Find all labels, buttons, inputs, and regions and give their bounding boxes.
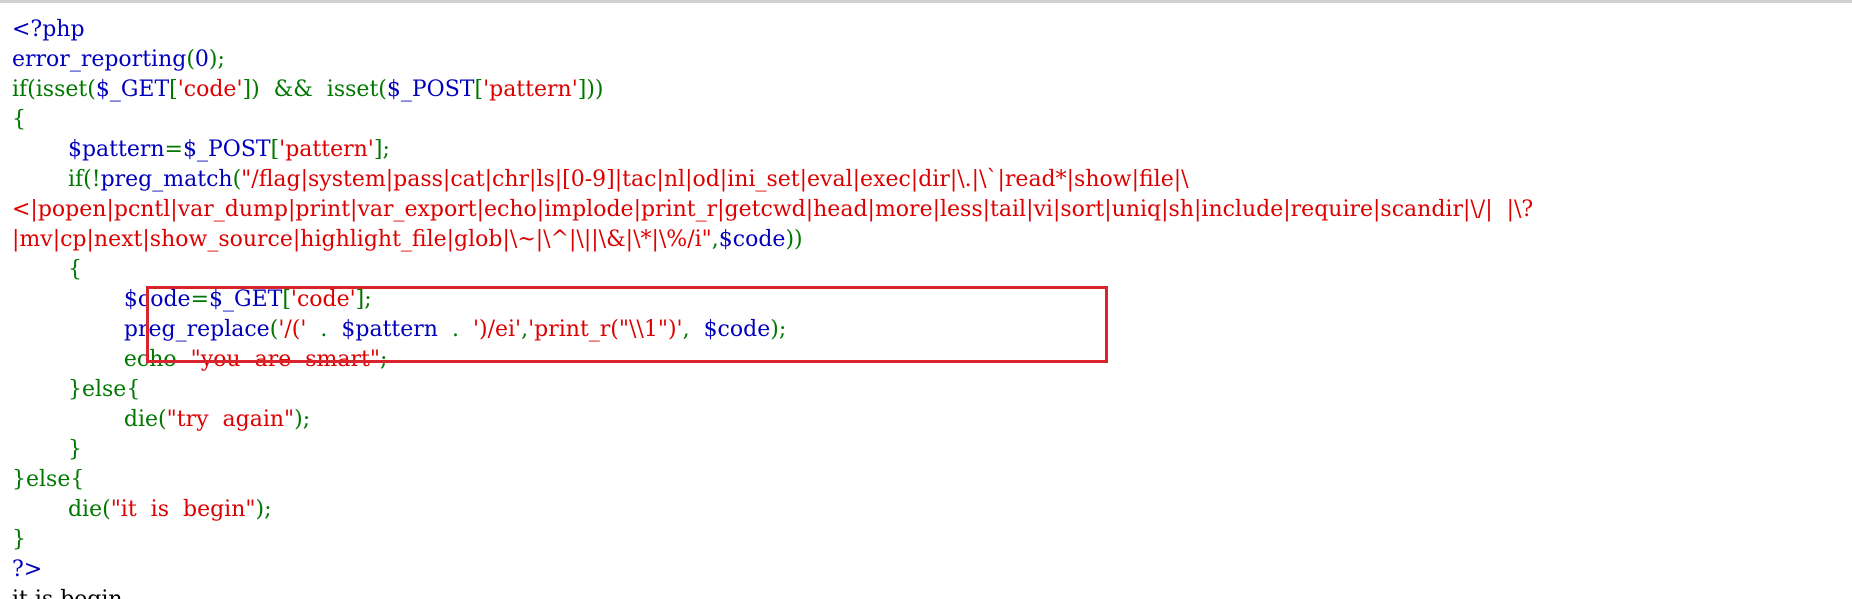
code-token: ,: [682, 317, 704, 342]
code-token: );: [255, 497, 272, 522]
code-token: 0: [194, 47, 209, 72]
code-line: if(isset($_GET['code']) && isset($_POST[…: [12, 75, 1533, 105]
code-line: echo "you are smart";: [12, 345, 1533, 375]
code-token: <?php: [12, 17, 85, 42]
code-line: preg_replace('/(' . $pattern . ')/ei','p…: [12, 315, 1533, 345]
code-token: |mv|cp|next|show_source|highlight_file|g…: [12, 227, 712, 252]
code-token: }: [12, 437, 82, 462]
code-token: ;: [379, 347, 388, 372]
code-token: $code: [123, 287, 191, 312]
code-token: 'code': [290, 287, 356, 312]
code-line: <|popen|pcntl|var_dump|print|var_export|…: [12, 195, 1533, 225]
code-token: $_POST: [386, 77, 475, 102]
code-token: );: [294, 407, 311, 432]
code-token: }: [12, 527, 26, 552]
code-line: it is begin: [12, 585, 1533, 599]
code-line: ?>: [12, 555, 1533, 585]
code-line: if(!preg_match("/flag|system|pass|cat|ch…: [12, 165, 1533, 195]
code-token: [: [474, 77, 484, 102]
code-token: =: [164, 137, 183, 162]
code-token: =: [190, 287, 209, 312]
code-line: }else{: [12, 375, 1533, 405]
code-line: <?php: [12, 15, 1533, 45]
code-line: |mv|cp|next|show_source|highlight_file|g…: [12, 225, 1533, 255]
code-token: $code: [703, 317, 771, 342]
code-token: );: [208, 47, 225, 72]
code-line: }: [12, 525, 1533, 555]
code-token: echo: [12, 347, 191, 372]
code-line: $code=$_GET['code'];: [12, 285, 1533, 315]
code-token: [: [169, 77, 178, 102]
code-token: error_reporting: [12, 47, 187, 72]
code-token: die(: [12, 407, 167, 432]
code-token: $_POST: [182, 137, 271, 162]
code-token: (: [232, 167, 242, 192]
code-token: ]) && isset(: [242, 77, 387, 102]
code-token: ,: [711, 227, 719, 252]
code-token: }else{: [12, 467, 85, 492]
code-token: $_GET: [209, 287, 283, 312]
code-token: if(isset(: [12, 77, 96, 102]
code-token: die(: [12, 497, 111, 522]
code-token: preg_replace: [123, 317, 270, 342]
code-token: "it is begin": [110, 497, 256, 522]
code-token: 'pattern': [483, 77, 578, 102]
code-token: 'pattern': [279, 137, 374, 162]
code-token: $pattern: [67, 137, 165, 162]
code-token: ];: [355, 287, 372, 312]
code-token: .: [451, 317, 473, 342]
code-token: (: [186, 47, 195, 72]
code-token: ])): [577, 77, 604, 102]
code-token: <|popen|pcntl|var_dump|print|var_export|…: [12, 197, 1534, 222]
code-line: die("try again");: [12, 405, 1533, 435]
code-token: .: [320, 317, 342, 342]
php-source-code: <?php error_reporting(0); if(isset($_GET['…: [12, 15, 1533, 599]
code-token: ')/ei': [472, 317, 522, 342]
code-line: {: [12, 105, 1533, 135]
code-token: {: [12, 257, 82, 282]
code-line: }: [12, 435, 1533, 465]
code-token: it is begin: [12, 587, 123, 599]
code-token: '/(': [278, 317, 321, 342]
code-token: preg_match: [100, 167, 233, 192]
page-viewer: <?php error_reporting(0); if(isset($_GET['…: [0, 0, 1852, 599]
code-token: $pattern: [341, 317, 452, 342]
code-line: {: [12, 255, 1533, 285]
code-line: $pattern=$_POST['pattern'];: [12, 135, 1533, 165]
code-line: }else{: [12, 465, 1533, 495]
code-token: $_GET: [95, 77, 170, 102]
code-token: 'print_r("\\1")': [528, 317, 683, 342]
code-token: );: [770, 317, 787, 342]
top-divider: [0, 0, 1852, 3]
code-token: [: [270, 137, 280, 162]
code-token: {: [12, 107, 26, 132]
code-token: [: [282, 287, 291, 312]
code-token: }else{: [12, 377, 141, 402]
code-token: "try again": [166, 407, 295, 432]
code-token: "/flag|system|pass|cat|chr|ls|[0-9]|tac|…: [241, 167, 1189, 192]
code-token: ?>: [12, 557, 43, 582]
code-token: if(!: [12, 167, 101, 192]
code-line: die("it is begin");: [12, 495, 1533, 525]
code-token: )): [785, 227, 803, 252]
code-token: ];: [373, 137, 390, 162]
code-token: $code: [718, 227, 786, 252]
code-token: "you are smart": [190, 347, 380, 372]
code-token: 'code': [177, 77, 243, 102]
code-line: error_reporting(0);: [12, 45, 1533, 75]
